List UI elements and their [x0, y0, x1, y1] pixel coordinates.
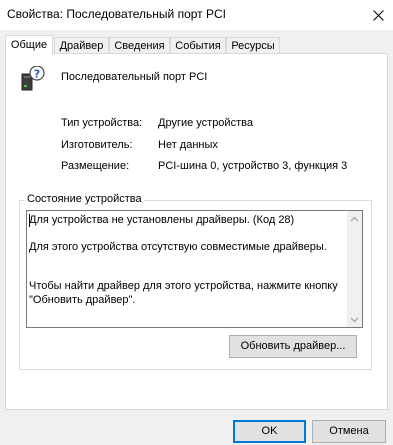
chevron-down-icon — [350, 317, 359, 322]
tab-resources[interactable]: Ресурсы — [226, 37, 280, 54]
device-type-value: Другие устройства — [158, 117, 253, 129]
tab-details[interactable]: Сведения — [109, 37, 170, 54]
status-line: Для этого устройства отсутствую совмести… — [29, 241, 327, 253]
title-bar: Свойства: Последовательный порт PCI — [0, 0, 393, 30]
status-line: Чтобы найти драйвер для этого устройства… — [29, 280, 338, 292]
tab-events[interactable]: События — [170, 37, 226, 54]
location-label: Размещение: — [61, 160, 130, 172]
device-status-label: Состояние устройства — [25, 193, 144, 205]
status-line: "Обновить драйвер". — [29, 294, 136, 306]
close-button[interactable] — [363, 0, 393, 30]
scroll-up-arrow[interactable] — [347, 211, 362, 226]
manufacturer-label: Изготовитель: — [61, 139, 133, 151]
device-status-textbox[interactable]: Для устройства не установлены драйверы. … — [26, 210, 363, 328]
cancel-button[interactable]: Отмена — [312, 420, 386, 443]
status-line: Для устройства не установлены драйверы. … — [29, 214, 295, 226]
location-value: PCI-шина 0, устройство 3, функция 3 — [158, 160, 348, 172]
chevron-up-icon — [350, 216, 359, 221]
manufacturer-value: Нет данных — [158, 139, 218, 151]
window-title: Свойства: Последовательный порт PCI — [7, 7, 226, 21]
update-driver-button[interactable]: Обновить драйвер... — [229, 335, 357, 358]
status-scrollbar[interactable] — [347, 211, 362, 327]
close-icon — [372, 9, 384, 21]
device-type-label: Тип устройства: — [61, 117, 143, 129]
unknown-device-icon: ? — [20, 65, 46, 92]
tab-general[interactable]: Общие — [5, 35, 53, 55]
ok-button[interactable]: OK — [233, 420, 306, 443]
scroll-down-arrow[interactable] — [347, 312, 362, 327]
tab-strip: Общие Драйвер Сведения События Ресурсы — [5, 35, 387, 55]
tab-driver[interactable]: Драйвер — [54, 37, 109, 54]
device-name: Последовательный порт PCI — [61, 71, 208, 83]
svg-text:?: ? — [34, 68, 40, 81]
